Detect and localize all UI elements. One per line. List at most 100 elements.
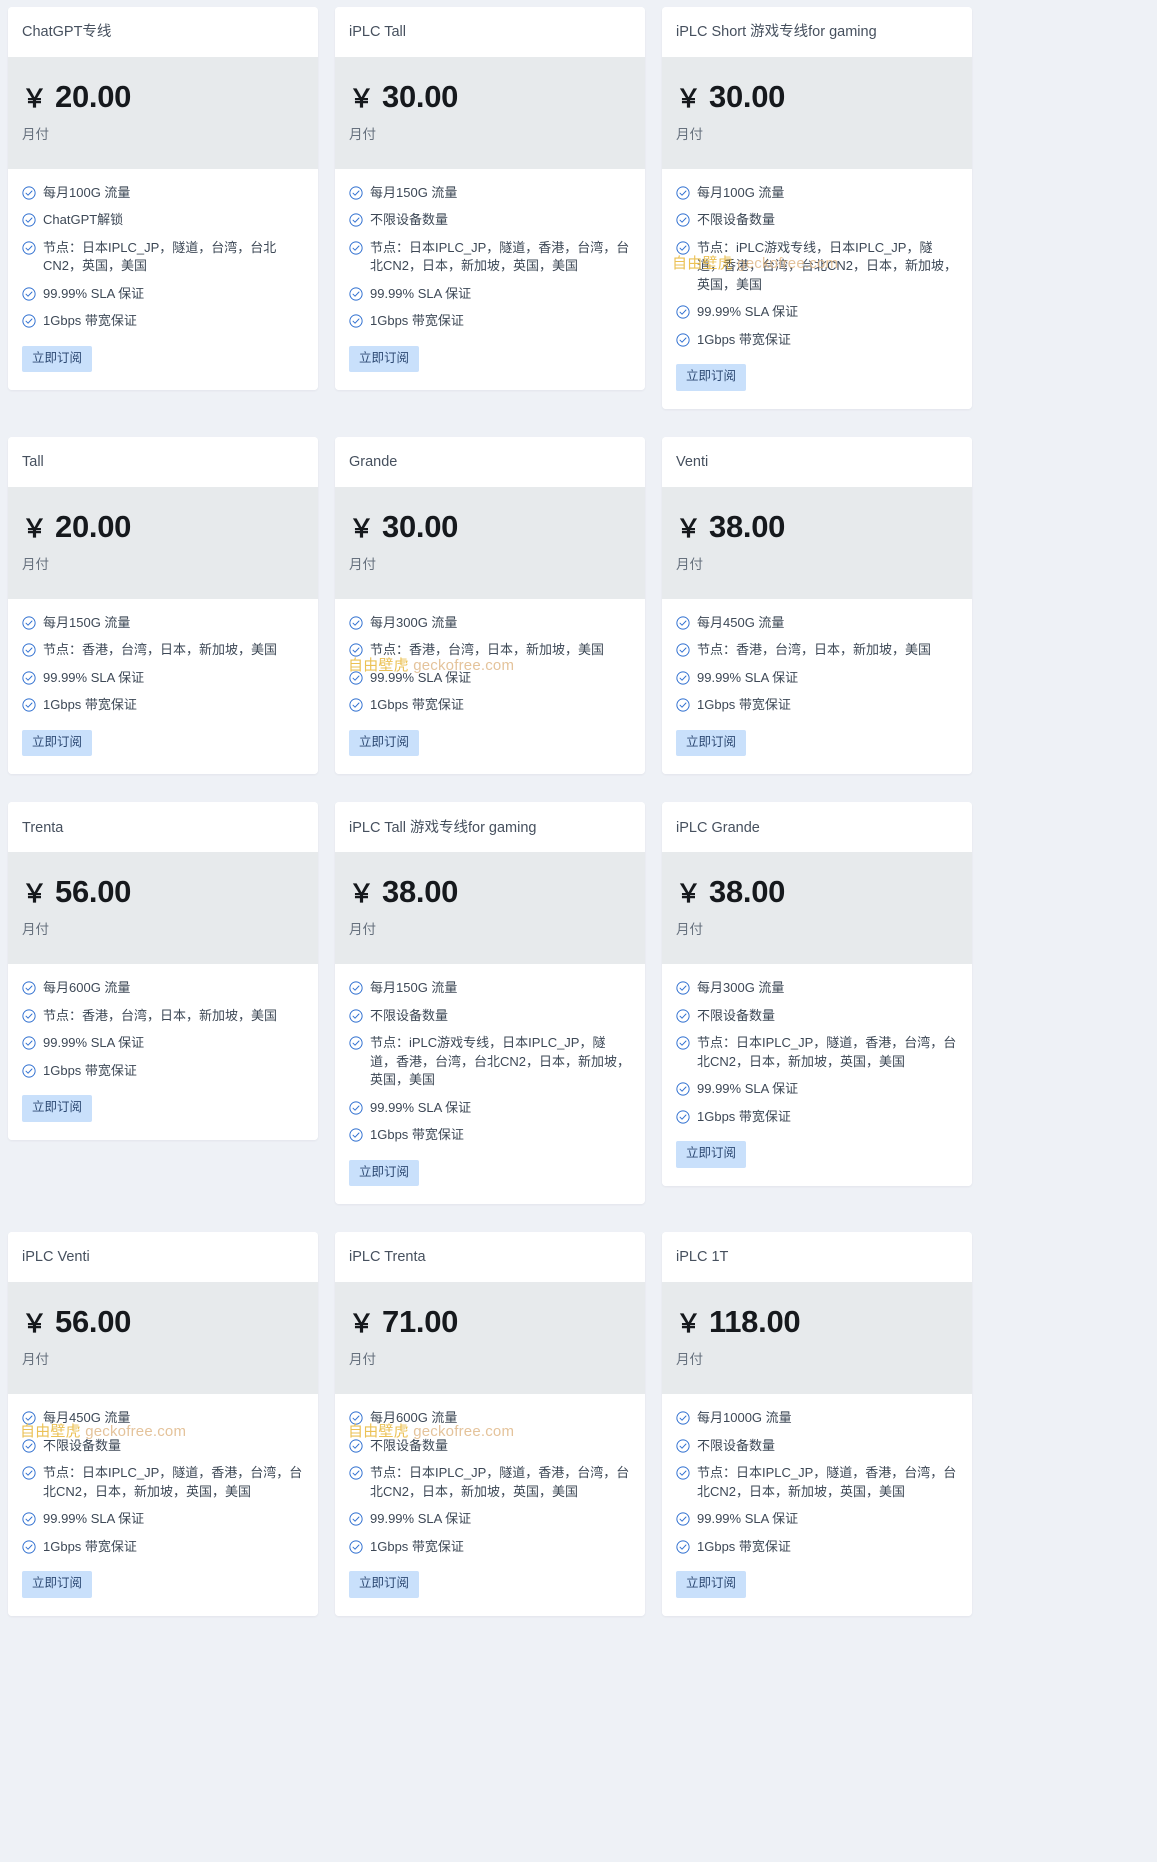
feature-text: 每月600G 流量	[43, 980, 131, 996]
plan-title: iPLC Short 游戏专线for gaming	[676, 24, 877, 41]
price-row: ￥ 56.00	[22, 876, 304, 907]
feature-text: 1Gbps 带宽保证	[370, 313, 464, 329]
feature-text: 每月100G 流量	[697, 185, 785, 200]
currency-symbol: ￥	[22, 880, 48, 909]
feature-item: 99.99% SLA 保证	[22, 669, 304, 687]
price-band: ￥ 38.00 月付	[335, 852, 645, 965]
feature-text: 99.99% SLA 保证	[697, 1511, 799, 1527]
check-circle-icon	[349, 287, 363, 301]
subscribe-button[interactable]: 立即订阅	[349, 345, 420, 373]
feature-item: 每月1000G 流量	[676, 1409, 958, 1427]
price-band: ￥ 118.00 月付	[662, 1282, 972, 1395]
billing-period-label: 月付	[22, 1352, 49, 1368]
price-row: ￥ 30.00	[349, 81, 631, 112]
check-circle-icon	[676, 1466, 690, 1480]
check-circle-icon	[676, 643, 690, 657]
feature-item: 不限设备数量	[349, 211, 631, 229]
check-circle-icon	[22, 1009, 36, 1023]
check-circle-icon	[22, 213, 36, 228]
feature-text: 节点：香港，台湾，日本，新加坡，美国	[43, 642, 278, 658]
check-circle-icon	[676, 1439, 690, 1453]
feature-text: 不限设备数量	[370, 212, 449, 228]
pricing-card-grid: ChatGPT专线 ￥ 20.00 月付 每月100G 流量 ChatGPT解锁 节点：日本…	[0, 0, 1157, 1616]
check-circle-icon	[349, 1411, 363, 1426]
check-circle-icon	[676, 1540, 690, 1554]
feature-item: 99.99% SLA 保证	[349, 1510, 631, 1528]
check-circle-icon	[349, 616, 363, 630]
feature-item: 节点：日本IPLC_JP，隧道，台湾，台北CN2，英国，美国	[22, 239, 304, 276]
check-circle-icon	[349, 981, 363, 996]
check-circle-icon	[22, 1540, 36, 1554]
card-header: Grande	[335, 436, 645, 487]
subscribe-button[interactable]: 立即订阅	[22, 345, 93, 373]
price-row: ￥ 118.00	[676, 1306, 958, 1337]
billing-period-label: 月付	[349, 922, 376, 938]
check-circle-icon	[22, 698, 36, 712]
check-circle-icon	[349, 1101, 363, 1115]
feature-text: 99.99% SLA 保证	[370, 1511, 472, 1527]
feature-text: 每月150G 流量	[370, 185, 458, 200]
check-circle-icon	[676, 186, 690, 200]
pricing-card: Trenta ￥ 56.00 月付 每月600G 流量 节点：香港，台湾，日本，新加坡，美…	[8, 802, 318, 1141]
subscribe-button[interactable]: 立即订阅	[22, 729, 93, 757]
subscribe-button[interactable]: 立即订阅	[676, 1141, 747, 1168]
pricing-card: Venti ￥ 38.00 月付 每月450G 流量 节点：香港，台湾，日本，新加坡，美国…	[662, 436, 972, 775]
check-circle-icon	[676, 698, 690, 712]
check-circle-icon	[349, 1036, 363, 1050]
currency-symbol: ￥	[22, 514, 48, 543]
billing-period-label: 月付	[349, 127, 376, 142]
subscribe-button[interactable]: 立即订阅	[22, 1095, 93, 1123]
check-circle-icon	[22, 1036, 36, 1050]
subscribe-button[interactable]: 立即订阅	[349, 1571, 420, 1598]
billing-period-label: 月付	[349, 556, 376, 572]
subscribe-button[interactable]: 立即订阅	[676, 1571, 747, 1598]
feature-text: 节点：香港，台湾，日本，新加坡，美国	[370, 642, 605, 658]
feature-text: 节点：日本IPLC_JP，隧道，香港，台湾，台北CN2，日本，新加坡，英国，美国	[370, 1465, 630, 1499]
subscribe-button[interactable]: 立即订阅	[349, 1159, 420, 1187]
feature-item: 1Gbps 带宽保证	[676, 1108, 958, 1126]
subscribe-button[interactable]: 立即订阅	[676, 364, 747, 391]
subscribe-button[interactable]: 立即订阅	[22, 1571, 93, 1598]
feature-text: 1Gbps 带宽保证	[43, 697, 137, 713]
currency-symbol: ￥	[349, 1310, 375, 1339]
feature-item: 每月450G 流量	[676, 614, 958, 632]
feature-item: 节点：日本IPLC_JP，隧道，香港，台湾，台北CN2，日本，新加坡，英国，美国	[676, 1464, 958, 1501]
feature-text: 99.99% SLA 保证	[43, 285, 145, 301]
price-row: ￥ 30.00	[676, 81, 958, 112]
price-amount: 30.00	[382, 508, 459, 544]
feature-text: 1Gbps 带宽保证	[697, 331, 791, 347]
feature-item: ChatGPT解锁	[22, 211, 304, 229]
card-header: iPLC Venti	[8, 1232, 318, 1283]
subscribe-button[interactable]: 立即订阅	[676, 729, 747, 757]
plan-title: iPLC Grande	[676, 819, 760, 836]
price-amount: 38.00	[382, 874, 459, 910]
card-header: iPLC Grande	[662, 802, 972, 853]
feature-text: 1Gbps 带宽保证	[697, 1538, 791, 1554]
feature-item: 每月100G 流量	[22, 184, 304, 202]
check-circle-icon	[349, 1128, 363, 1142]
feature-text: 节点：日本IPLC_JP，隧道，香港，台湾，台北CN2，日本，新加坡，英国，美国	[370, 239, 630, 274]
feature-text: 99.99% SLA 保证	[697, 1081, 799, 1097]
check-circle-icon	[676, 671, 690, 685]
price-amount: 20.00	[55, 508, 132, 544]
price-band: ￥ 38.00 月付	[662, 852, 972, 965]
feature-item: 不限设备数量	[676, 1437, 958, 1455]
price-band: ￥ 30.00 月付	[335, 486, 645, 599]
feature-text: 节点：日本IPLC_JP，隧道，台湾，台北CN2，英国，美国	[43, 239, 277, 274]
card-header: Tall	[8, 436, 318, 487]
feature-item: 1Gbps 带宽保证	[349, 312, 631, 330]
feature-item: 99.99% SLA 保证	[676, 1080, 958, 1098]
feature-text: 1Gbps 带宽保证	[370, 1538, 464, 1554]
feature-item: 节点：iPLC游戏专线，日本IPLC_JP，隧道，香港，台湾，台北CN2，日本，…	[676, 239, 958, 294]
subscribe-button[interactable]: 立即订阅	[349, 729, 420, 757]
card-header: iPLC 1T	[662, 1232, 972, 1283]
card-header: ChatGPT专线	[8, 7, 318, 57]
feature-list: 每月300G 流量 节点：香港，台湾，日本，新加坡，美国 99.99% SLA 保证…	[349, 614, 631, 715]
feature-text: 节点：日本IPLC_JP，隧道，香港，台湾，台北CN2，日本，新加坡，英国，美国	[697, 1465, 957, 1499]
feature-list: 每月100G 流量 ChatGPT解锁节点：日本IPLC_JP，隧道，台湾，台北C…	[22, 184, 304, 331]
feature-text: 每月300G 流量	[370, 614, 458, 630]
price-row: ￥ 20.00	[22, 511, 304, 542]
feature-text: 不限设备数量	[43, 1437, 122, 1453]
price-amount: 56.00	[55, 1304, 132, 1340]
pricing-card: iPLC Short 游戏专线for gaming ￥ 30.00 月付 每月100G …	[662, 7, 972, 409]
